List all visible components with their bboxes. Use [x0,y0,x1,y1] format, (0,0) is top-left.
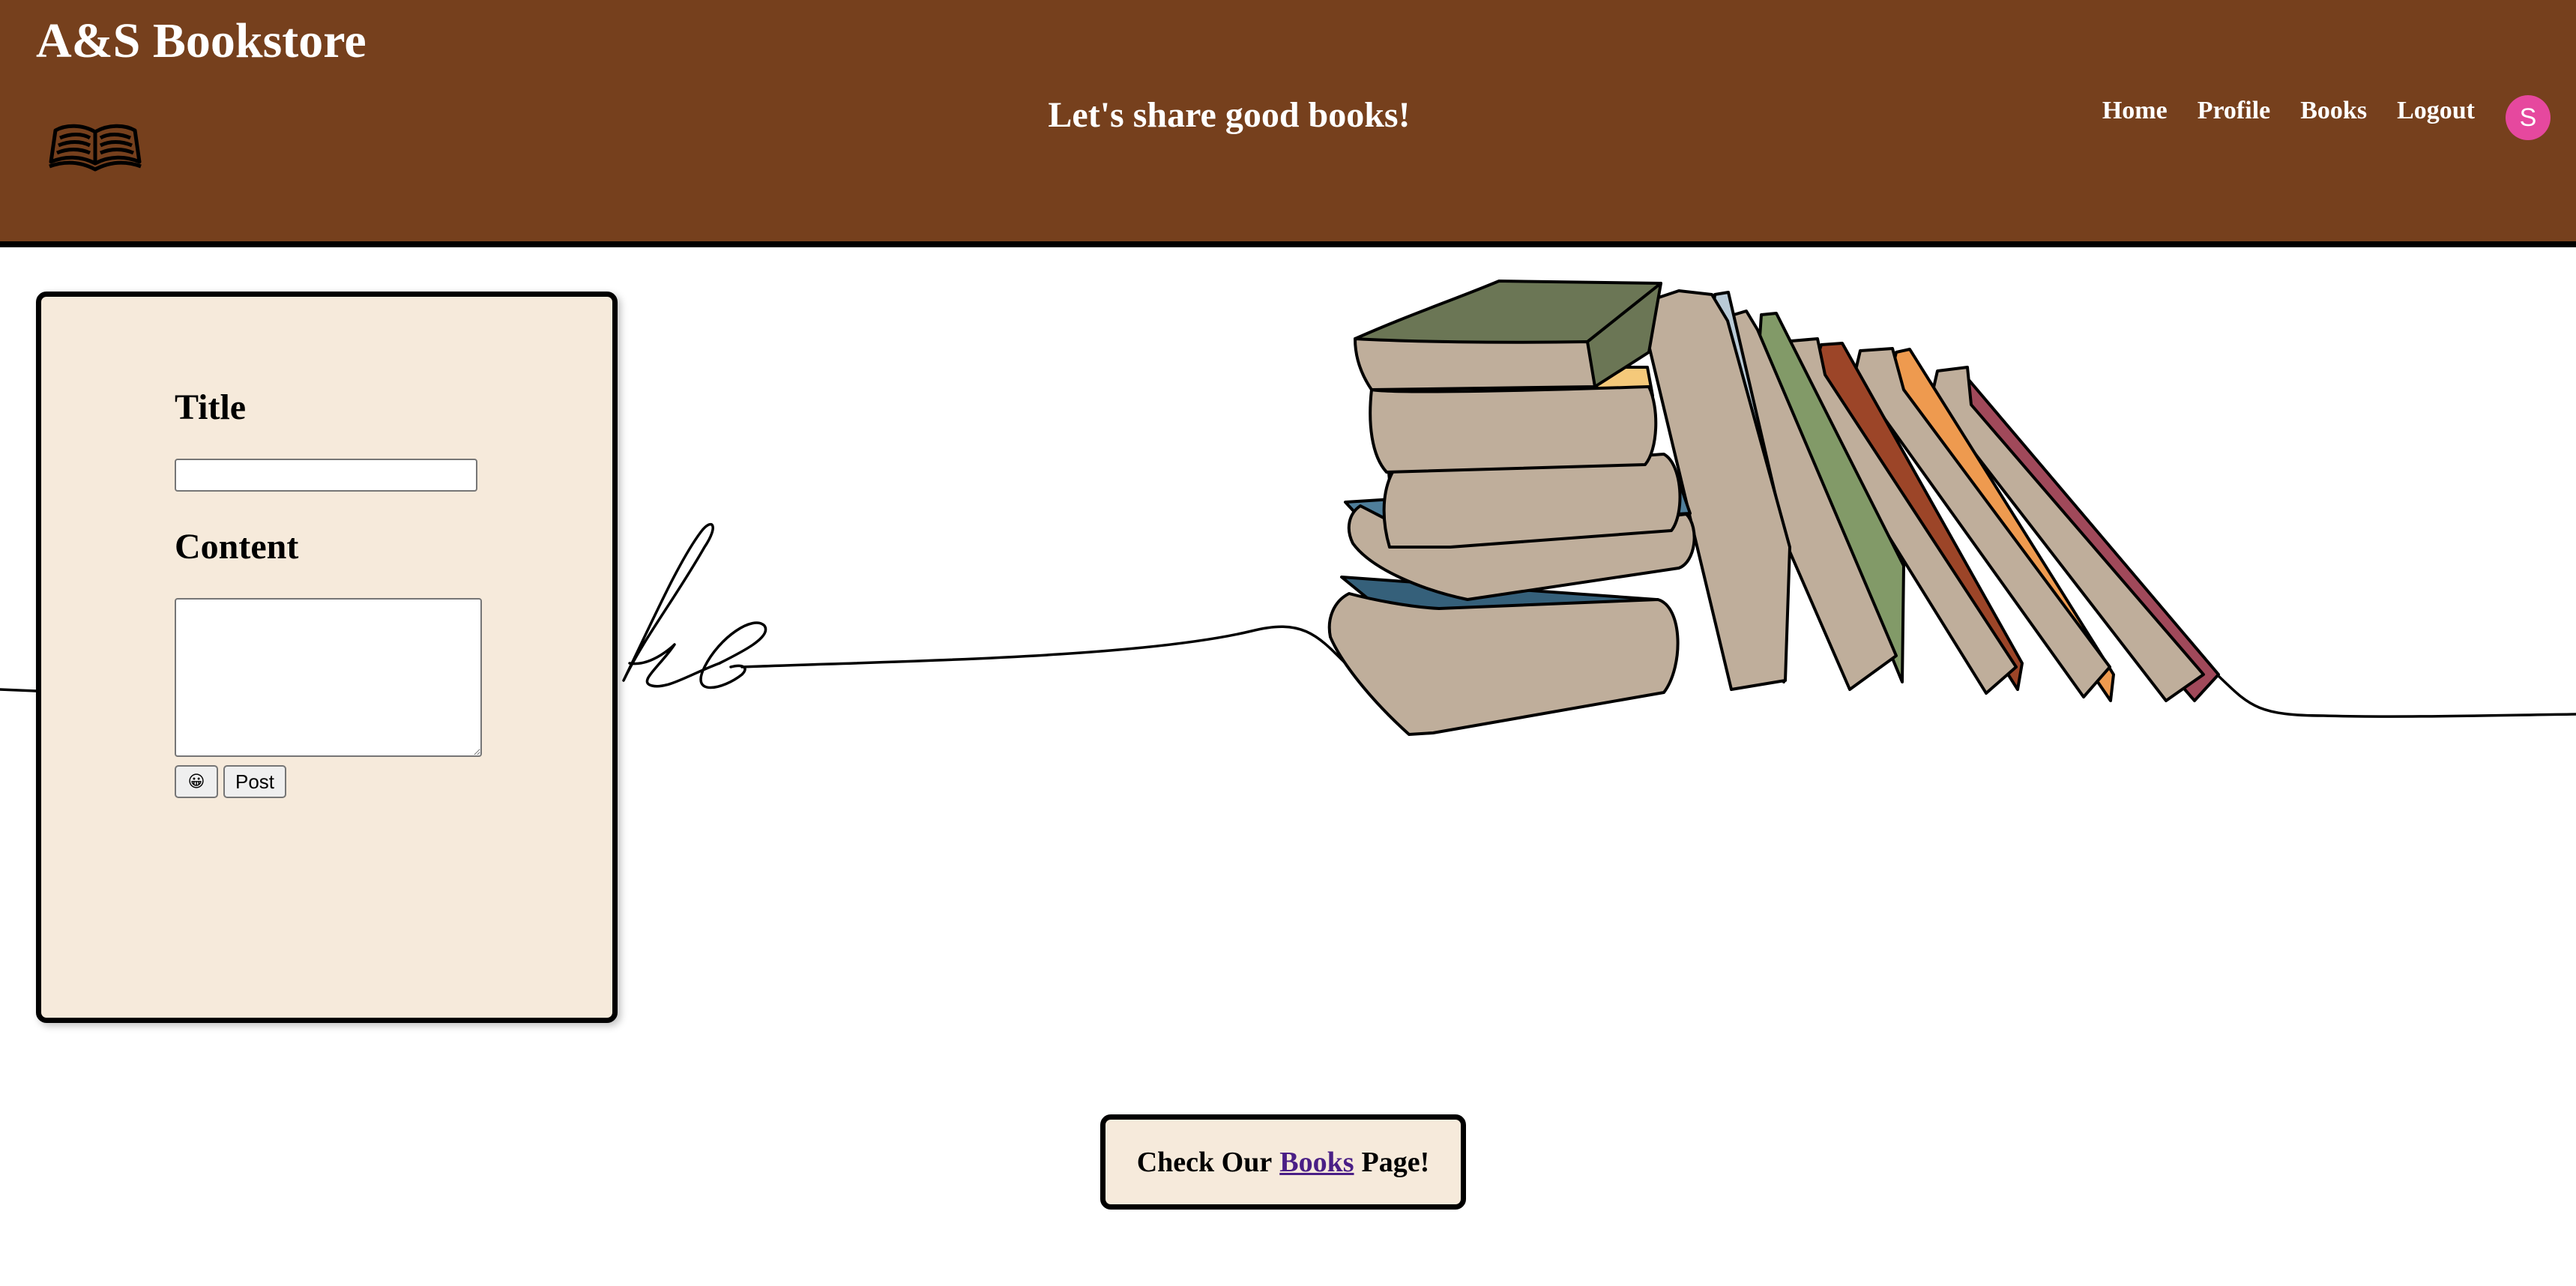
post-button[interactable]: Post [223,765,286,798]
nav-profile-link[interactable]: Profile [2198,94,2271,127]
cta-prefix-text: Check Our [1136,1146,1273,1178]
title-input[interactable] [175,459,477,492]
cta-suffix-text: Page! [1361,1146,1430,1178]
content-textarea[interactable] [175,598,482,757]
nav-books-link[interactable]: Books [2300,94,2367,127]
content-label: Content [175,527,299,567]
page-tagline: Let's share good books! [1048,95,1411,135]
books-page-link[interactable]: Books [1279,1146,1354,1179]
site-header: A&S Bookstore Let's share good books! Ho… [0,0,2576,247]
store-name: A&S Bookstore [36,13,367,68]
nav-logout-link[interactable]: Logout [2397,94,2475,127]
main-nav: Home Profile Books Logout [2102,94,2475,127]
user-avatar[interactable]: S [2506,95,2551,140]
emoji-picker-button[interactable]: 😀 [175,765,218,798]
nav-home-link[interactable]: Home [2102,94,2168,127]
books-cta-box: Check Our Books Page! [1100,1114,1466,1210]
title-label: Title [175,387,247,427]
new-post-form: Title Content 😀 Post [36,292,618,1023]
